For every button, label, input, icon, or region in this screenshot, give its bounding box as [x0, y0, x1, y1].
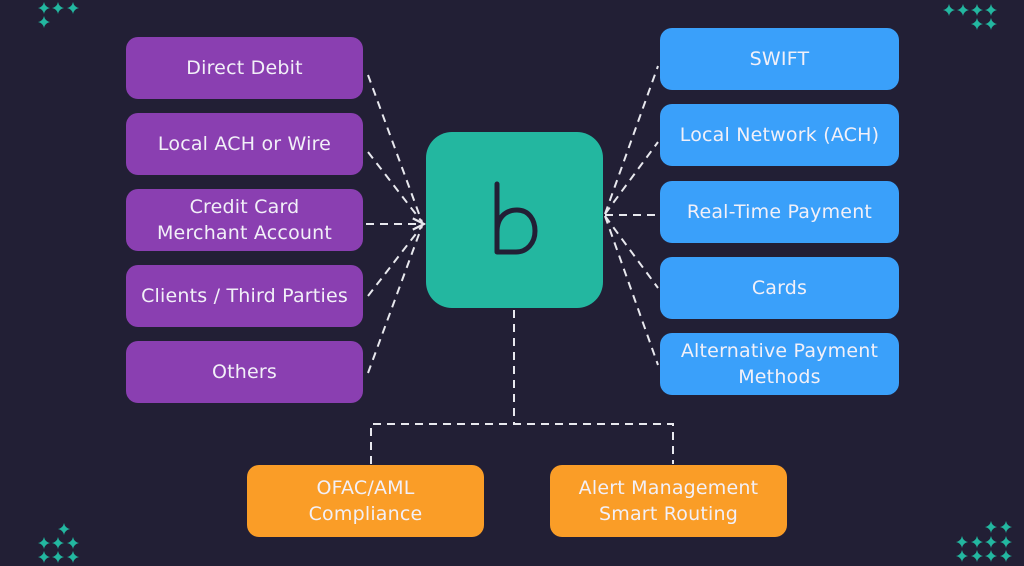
sparkle-decorations	[38, 2, 1012, 563]
sparkle-icon-group-bottom-left	[38, 523, 79, 563]
sparkle-icon-group-top-left	[38, 2, 79, 28]
sparkle-icon-group-top-right	[943, 4, 997, 30]
sparkle-icon-group-bottom-right	[956, 521, 1012, 562]
